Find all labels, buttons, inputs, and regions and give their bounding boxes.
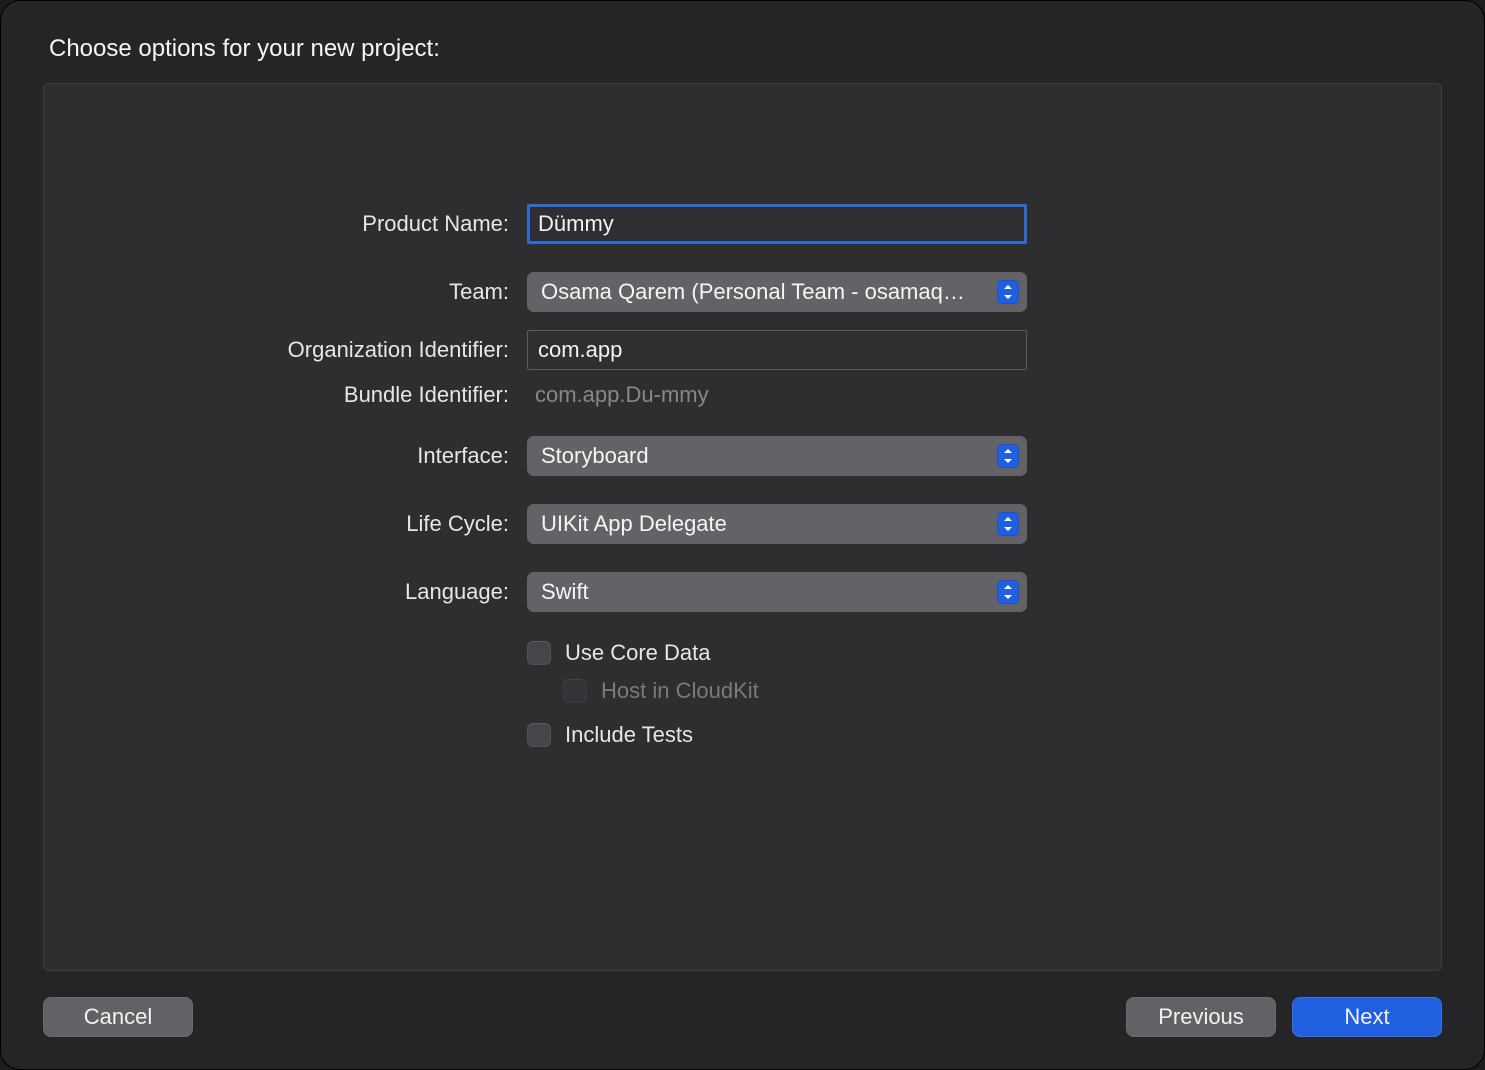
interface-label: Interface: xyxy=(44,443,509,469)
include-tests-label: Include Tests xyxy=(565,722,693,748)
bundle-identifier-label: Bundle Identifier: xyxy=(44,382,509,408)
include-tests-row: Include Tests xyxy=(527,722,1027,748)
host-in-cloudkit-checkbox xyxy=(563,679,587,703)
team-popup-value: Osama Qarem (Personal Team - osamaq… xyxy=(541,279,965,305)
interface-popup-value: Storyboard xyxy=(541,443,649,469)
interface-popup[interactable]: Storyboard xyxy=(527,436,1027,476)
include-tests-checkbox[interactable] xyxy=(527,723,551,747)
team-label: Team: xyxy=(44,279,509,305)
life-cycle-label: Life Cycle: xyxy=(44,511,509,537)
sheet-title: Choose options for your new project: xyxy=(43,29,1442,83)
use-core-data-checkbox[interactable] xyxy=(527,641,551,665)
updown-icon xyxy=(997,512,1019,536)
organization-identifier-label: Organization Identifier: xyxy=(44,337,509,363)
bundle-identifier-value: com.app.Du-mmy xyxy=(527,382,1027,408)
life-cycle-popup[interactable]: UIKit App Delegate xyxy=(527,504,1027,544)
next-button[interactable]: Next xyxy=(1292,997,1442,1037)
product-name-input[interactable] xyxy=(527,204,1027,244)
cancel-button[interactable]: Cancel xyxy=(43,997,193,1037)
updown-icon xyxy=(997,280,1019,304)
host-in-cloudkit-label: Host in CloudKit xyxy=(601,678,759,704)
updown-icon xyxy=(997,444,1019,468)
host-in-cloudkit-row: Host in CloudKit xyxy=(563,678,1027,704)
language-label: Language: xyxy=(44,579,509,605)
use-core-data-row: Use Core Data xyxy=(527,640,1027,666)
product-name-label: Product Name: xyxy=(44,211,509,237)
previous-button[interactable]: Previous xyxy=(1126,997,1276,1037)
language-popup[interactable]: Swift xyxy=(527,572,1027,612)
options-form: Product Name: Team: Osama Qarem (Persona… xyxy=(44,204,1441,748)
life-cycle-popup-value: UIKit App Delegate xyxy=(541,511,727,537)
team-popup[interactable]: Osama Qarem (Personal Team - osamaq… xyxy=(527,272,1027,312)
footer: Cancel Previous Next xyxy=(43,971,1442,1037)
organization-identifier-input[interactable] xyxy=(527,330,1027,370)
language-popup-value: Swift xyxy=(541,579,589,605)
options-panel: Product Name: Team: Osama Qarem (Persona… xyxy=(43,83,1442,971)
use-core-data-label: Use Core Data xyxy=(565,640,711,666)
new-project-options-sheet: Choose options for your new project: Pro… xyxy=(0,0,1485,1070)
updown-icon xyxy=(997,580,1019,604)
